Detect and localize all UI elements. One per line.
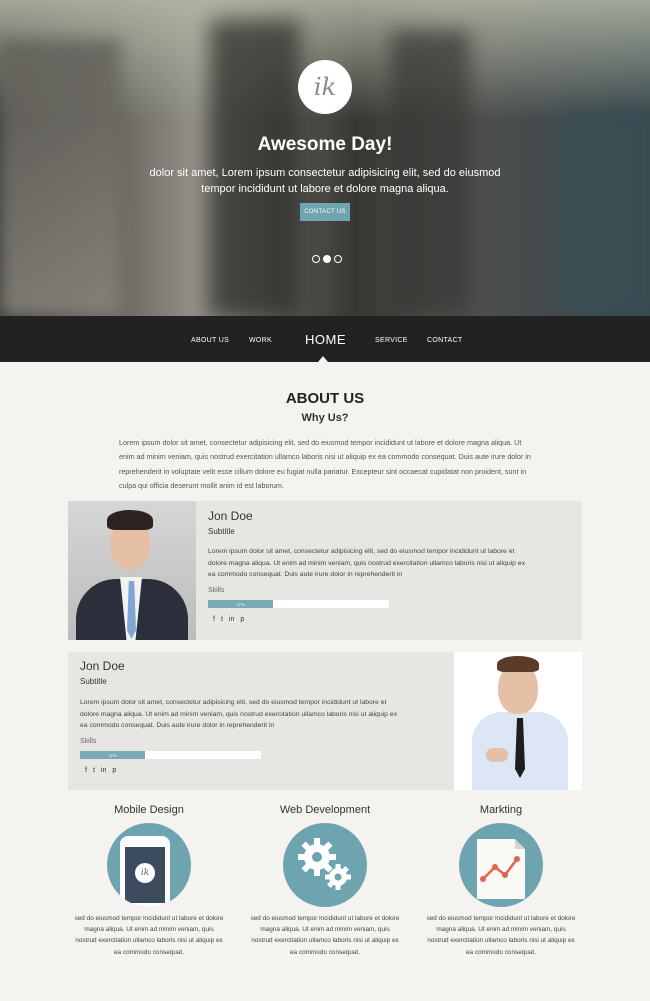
service-marketing: Markting sed do eiusmod tempor incididun… <box>426 804 576 958</box>
hero-banner: ik Awesome Day! dolor sit amet, Lorem ip… <box>0 0 650 316</box>
service-text: sed do eiusmod tempor incididunt ut labo… <box>74 915 224 956</box>
about-title: ABOUT US <box>285 390 365 407</box>
skill-bar: 37% <box>80 751 261 759</box>
chart-document-icon <box>459 823 543 907</box>
team-member-photo <box>454 652 582 790</box>
gears-graphic <box>298 838 351 890</box>
service-text: sed do eiusmod tempor incididunt ut labo… <box>250 915 400 956</box>
about-subtitle: Why Us? <box>301 412 349 424</box>
social-links: f t in p <box>213 616 244 623</box>
service-text: sed do eiusmod tempor incididunt ut labo… <box>426 915 576 956</box>
skill-percent: 37% <box>108 752 117 758</box>
slider-dot[interactable] <box>312 255 320 263</box>
service-title: Web Development <box>279 804 371 816</box>
facebook-icon[interactable]: f <box>213 616 215 623</box>
site-logo[interactable]: ik <box>298 60 352 114</box>
skill-bar: 37% <box>208 600 389 608</box>
slider-dot[interactable] <box>334 255 342 263</box>
team-member-subtitle: Subtitle <box>80 677 107 686</box>
slider-dots <box>312 255 342 263</box>
twitter-icon[interactable]: t <box>93 767 95 774</box>
nav-active-indicator <box>318 356 328 362</box>
team-member-name: Jon Doe <box>80 659 125 673</box>
hero-overlay <box>0 0 650 316</box>
contact-us-button[interactable]: CONTACT US <box>300 203 350 221</box>
pinterest-icon[interactable]: p <box>240 616 244 623</box>
service-mobile-design: Mobile Design ik sed do eiusmod tempor i… <box>74 804 224 958</box>
skill-bar-fill: 37% <box>80 751 146 759</box>
linkedin-icon[interactable]: in <box>229 616 234 623</box>
photo-hair <box>107 510 153 530</box>
social-links: f t in p <box>85 767 116 774</box>
phone-logo: ik <box>135 863 155 883</box>
team-card: Jon Doe Subtitle Lorem ipsum dolor sit a… <box>68 652 582 790</box>
nav-item-about-us[interactable]: ABOUT US <box>191 337 229 344</box>
team-member-bio: Lorem ipsum dolor sit amet, consectetur … <box>80 699 397 730</box>
nav-item-home[interactable]: HOME <box>305 332 346 347</box>
photo-hair <box>497 656 539 672</box>
team-card: Jon Doe Subtitle Lorem ipsum dolor sit a… <box>68 501 582 640</box>
photo-hand <box>486 748 508 762</box>
twitter-icon[interactable]: t <box>221 616 223 623</box>
skills-label: Skills <box>80 738 97 745</box>
team-member-photo <box>68 501 196 640</box>
service-title: Markting <box>479 804 523 816</box>
gears-icon <box>283 823 367 907</box>
service-web-development: Web Development sed do eiusmod tempor in… <box>250 804 400 958</box>
skill-percent: 37% <box>236 601 245 607</box>
skills-label: Skills <box>208 587 225 594</box>
nav-item-work[interactable]: WORK <box>249 337 272 344</box>
team-member-name: Jon Doe <box>208 509 253 523</box>
nav-item-service[interactable]: SERVICE <box>375 337 408 344</box>
chart-document-graphic <box>477 839 525 899</box>
about-text: Lorem ipsum dolor sit amet, consectetur … <box>119 438 531 491</box>
hero-text: dolor sit amet, Lorem ipsum consectetur … <box>149 167 501 195</box>
phone-icon: ik <box>107 823 191 907</box>
facebook-icon[interactable]: f <box>85 767 87 774</box>
nav-item-contact[interactable]: CONTACT <box>427 337 462 344</box>
linkedin-icon[interactable]: in <box>101 767 106 774</box>
hero-title: Awesome Day! <box>257 134 393 155</box>
service-title: Mobile Design <box>114 804 184 816</box>
pinterest-icon[interactable]: p <box>112 767 116 774</box>
skill-bar-fill: 37% <box>208 600 274 608</box>
team-member-subtitle: Subtitle <box>208 527 235 536</box>
team-member-bio: Lorem ipsum dolor sit amet, consectetur … <box>208 548 525 579</box>
slider-dot-active[interactable] <box>323 255 331 263</box>
